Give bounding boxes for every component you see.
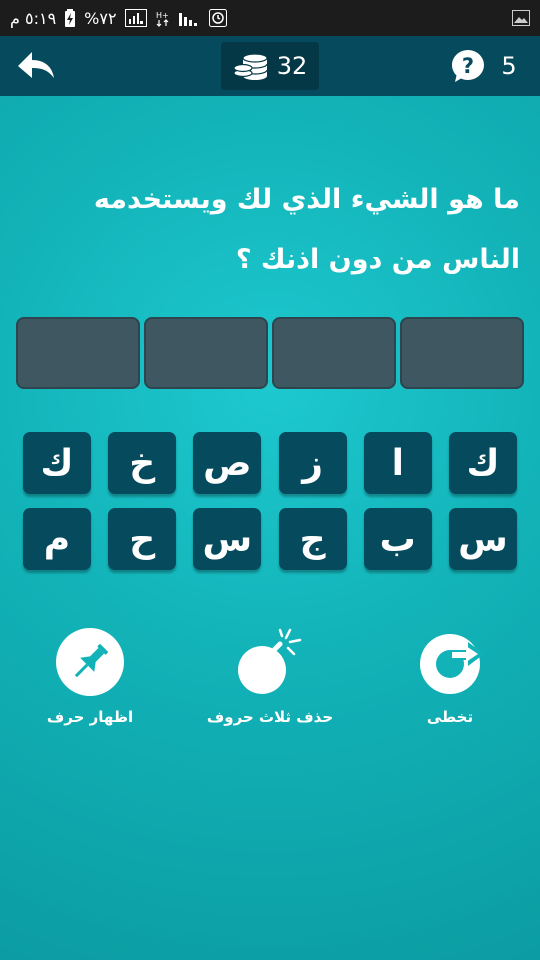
letter-key[interactable]: ص xyxy=(193,432,262,494)
top-bar: 32 ? 5 xyxy=(0,36,540,96)
letter-key[interactable]: ز xyxy=(278,432,347,494)
letter-key[interactable]: س xyxy=(193,508,262,570)
bomb-icon xyxy=(238,628,302,694)
letter-key[interactable]: ك xyxy=(23,432,91,494)
letter-key[interactable]: ح xyxy=(108,508,177,570)
coins-display: 32 xyxy=(221,42,319,90)
answer-slot[interactable] xyxy=(144,317,268,389)
reveal-letter-label: اظهار حرف xyxy=(46,708,134,726)
answer-row xyxy=(16,317,524,389)
coin-count: 32 xyxy=(276,52,308,80)
status-time: ٥:١٩ م xyxy=(10,8,57,28)
sync-icon xyxy=(208,9,227,27)
question-text: ما هو الشيء الذي لك ويستخدمه الناس من دو… xyxy=(93,184,520,275)
battery-charging-icon xyxy=(64,9,76,27)
battery-percent: %٧٢ xyxy=(84,8,117,28)
remove-letters-label: حذف ثلاث حروف xyxy=(206,708,334,726)
answer-slot[interactable] xyxy=(16,317,140,389)
svg-text:?: ? xyxy=(462,54,474,78)
help-button[interactable]: ? xyxy=(450,48,486,84)
signal-bars-icon xyxy=(178,9,201,27)
skip-arrow-icon xyxy=(420,634,484,694)
back-arrow-icon xyxy=(18,52,54,78)
letter-key[interactable]: ك xyxy=(448,432,517,494)
status-bar: ٥:١٩ م %٧٢ H+ xyxy=(0,0,540,36)
skip-button[interactable]: تخطى xyxy=(380,628,520,738)
hplus-icon: H+ xyxy=(155,9,171,27)
answer-slot[interactable] xyxy=(272,317,396,389)
remove-letters-button[interactable]: حذف ثلاث حروف xyxy=(200,628,340,738)
letter-key[interactable]: ا xyxy=(363,432,432,494)
status-right xyxy=(512,0,530,36)
letter-key[interactable]: م xyxy=(23,508,91,570)
reveal-letter-button[interactable]: اظهار حرف xyxy=(20,628,160,738)
letter-key[interactable]: خ xyxy=(108,432,177,494)
letter-key[interactable]: ج xyxy=(278,508,347,570)
question-bubble-icon: ? xyxy=(452,50,484,82)
letter-row-1: ك ا ز ص خ ك xyxy=(23,432,517,494)
skip-label: تخطى xyxy=(426,708,474,726)
level-number: 5 xyxy=(501,52,517,80)
svg-text:H+: H+ xyxy=(156,11,169,20)
signal-icon xyxy=(124,9,147,27)
image-notification-icon xyxy=(512,10,530,26)
letter-keyboard: ك ا ز ص خ ك س ب ج س ح م xyxy=(23,432,517,584)
letter-key[interactable]: ب xyxy=(363,508,432,570)
letter-key[interactable]: س xyxy=(448,508,517,570)
pin-icon xyxy=(56,628,124,696)
back-button[interactable] xyxy=(14,48,58,84)
answer-slot[interactable] xyxy=(400,317,524,389)
game-screen: ٥:١٩ م %٧٢ H+ 32 ? 5 ما هو الشيء الذي لك… xyxy=(0,0,540,960)
status-left: ٥:١٩ م %٧٢ H+ xyxy=(10,0,227,36)
coins-icon xyxy=(233,53,268,80)
letter-row-2: س ب ج س ح م xyxy=(23,508,517,570)
